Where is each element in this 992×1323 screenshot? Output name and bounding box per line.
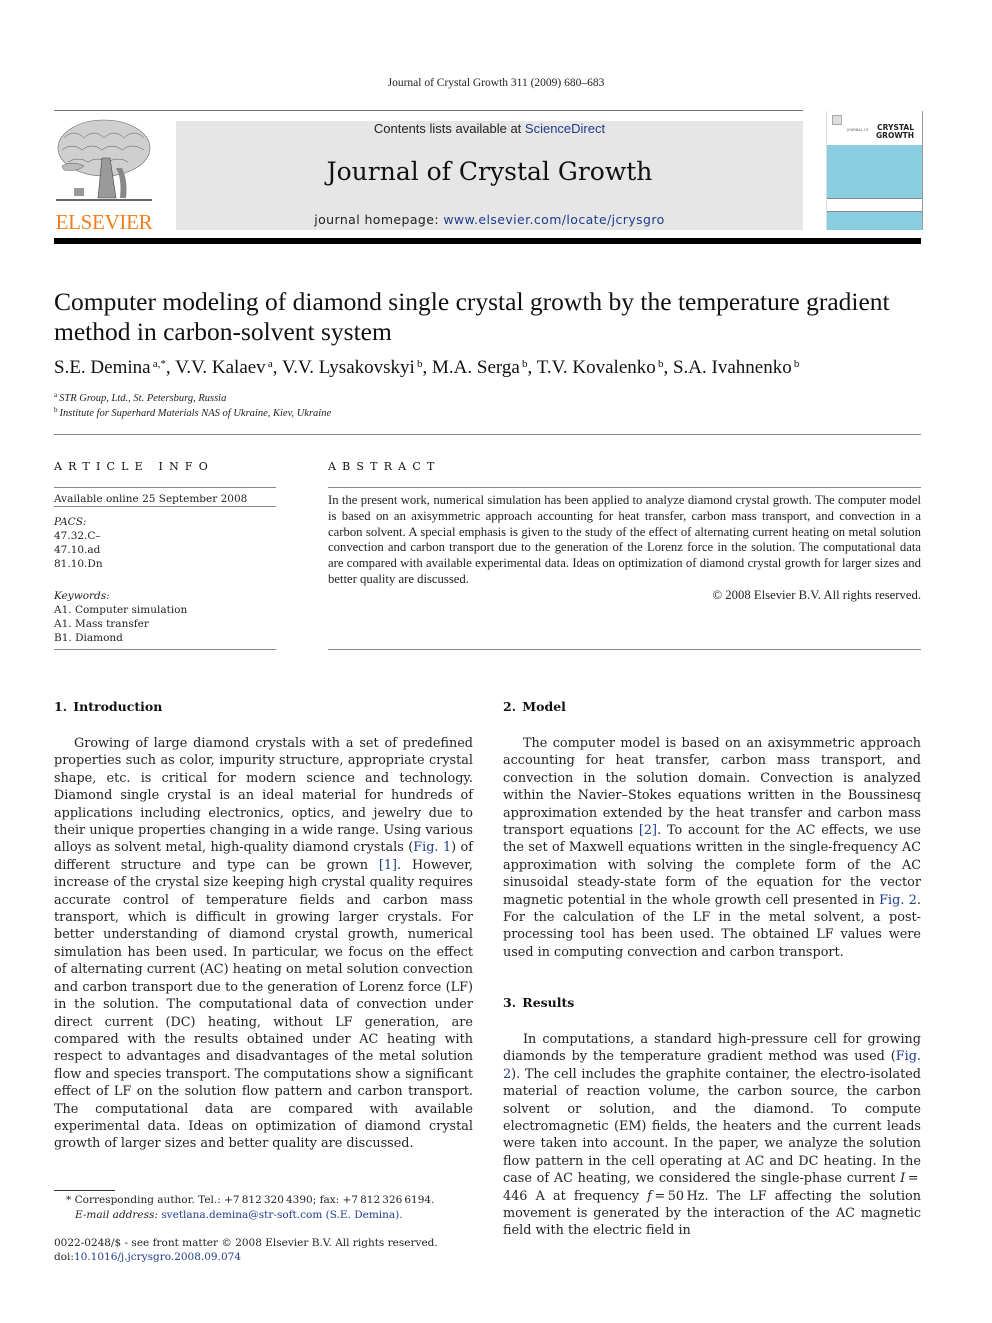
cover-title: CRYSTAL GROWTH — [876, 123, 914, 140]
section-heading-model: 2. Model — [503, 699, 566, 714]
homepage-link[interactable]: www.elsevier.com/locate/jcrysgro — [443, 212, 664, 227]
author-affiliation-marker[interactable]: a — [266, 358, 273, 370]
author-name: M.A. Serga — [432, 357, 520, 378]
figure-link[interactable]: Fig. 2 — [879, 893, 917, 908]
keyword: A1. Mass transfer — [54, 618, 149, 630]
model-paragraph: The computer model is based on an axisym… — [503, 736, 922, 960]
running-header: Journal of Crystal Growth 311 (2009) 680… — [387, 77, 605, 89]
author-name: S.A. Ivahnenko — [672, 357, 792, 378]
issn-line: 0022-0248/$ - see front matter © 2008 El… — [54, 1237, 438, 1249]
corresponding-author-note: * Corresponding author. Tel.: +7 812 320… — [66, 1194, 435, 1206]
section-heading-results: 3. Results — [503, 995, 575, 1010]
contents-line: Contents lists available at ScienceDirec… — [373, 121, 606, 136]
figure-link[interactable]: Fig. 1 — [413, 840, 451, 855]
doi-line: doi:10.1016/j.jcrysgro.2008.09.074 — [54, 1251, 241, 1263]
reference-link[interactable]: [2] — [639, 823, 657, 838]
elsevier-mini-logo-icon — [832, 115, 842, 125]
elsevier-wordmark: ELSEVIER — [55, 210, 153, 234]
available-online: Available online 25 September 2008 — [54, 493, 248, 505]
author-affiliation-marker[interactable]: b — [792, 358, 800, 370]
abstract: In the present work, numerical simulatio… — [328, 493, 921, 604]
abstract-text: In the present work, numerical simulatio… — [328, 493, 921, 586]
journal-title: Journal of Crystal Growth — [326, 157, 653, 186]
section-heading-introduction: 1. Introduction — [54, 699, 163, 714]
footnote-rule — [54, 1190, 115, 1191]
cover-band — [827, 145, 922, 198]
header-rule — [54, 110, 803, 111]
abstract-heading: ABSTRACT — [328, 460, 441, 473]
affiliation-a: a STR Group, Ltd., St. Petersburg, Russia — [54, 391, 227, 404]
pacs-label: PACS: — [54, 516, 87, 528]
keyword: A1. Computer simulation — [54, 604, 188, 616]
author-name: V.V. Lysakovskyi — [281, 357, 415, 378]
author-affiliation-marker[interactable]: b — [656, 358, 664, 370]
author-list: S.E. Demina a,*, V.V. Kalaev a, V.V. Lys… — [54, 357, 800, 378]
article-info-heading: ARTICLE INFO — [54, 460, 214, 473]
title-block-rule — [54, 434, 921, 435]
doi-link[interactable]: 10.1016/j.jcrysgro.2008.09.074 — [74, 1251, 241, 1263]
elsevier-tree-logo — [54, 118, 154, 206]
author-name: V.V. Kalaev — [175, 357, 266, 378]
pacs-code: 47.32.C– — [54, 530, 101, 542]
homepage-line: journal homepage: www.elsevier.com/locat… — [314, 212, 665, 227]
journal-banner: Contents lists available at ScienceDirec… — [176, 121, 803, 230]
results-paragraph: In computations, a standard high-pressur… — [503, 1032, 921, 1239]
pacs-code: 81.10.Dn — [54, 558, 103, 570]
article-title: Computer modeling of diamond single crys… — [54, 287, 890, 346]
affiliation-b: b Institute for Superhard Materials NAS o… — [54, 406, 332, 419]
reference-link[interactable]: [1] — [379, 858, 397, 873]
keyword: B1. Diamond — [54, 632, 123, 644]
introduction-paragraph: Growing of large diamond crystals with a… — [54, 736, 473, 1152]
cover-small-text: JOURNAL OF — [847, 128, 869, 132]
sciencedirect-link[interactable]: ScienceDirect — [525, 121, 605, 136]
header-thick-rule — [54, 238, 921, 244]
cover-band-bottom — [827, 212, 922, 230]
journal-cover-thumbnail: JOURNAL OF CRYSTAL GROWTH — [826, 111, 923, 230]
pacs-code: 47.10.ad — [54, 544, 101, 556]
email-note: E-mail address: svetlana.demina@str-soft… — [75, 1209, 403, 1221]
email-link[interactable]: svetlana.demina@str-soft.com — [161, 1209, 322, 1221]
author-affiliation-marker[interactable]: a,* — [151, 358, 166, 370]
keywords-label: Keywords: — [54, 590, 110, 602]
author-affiliation-marker[interactable]: b — [415, 358, 423, 370]
author-affiliation-marker[interactable]: b — [520, 358, 528, 370]
author-name: T.V. Kovalenko — [536, 357, 656, 378]
author-name: S.E. Demina — [54, 357, 151, 378]
abstract-copyright: © 2008 Elsevier B.V. All rights reserved… — [712, 587, 922, 602]
